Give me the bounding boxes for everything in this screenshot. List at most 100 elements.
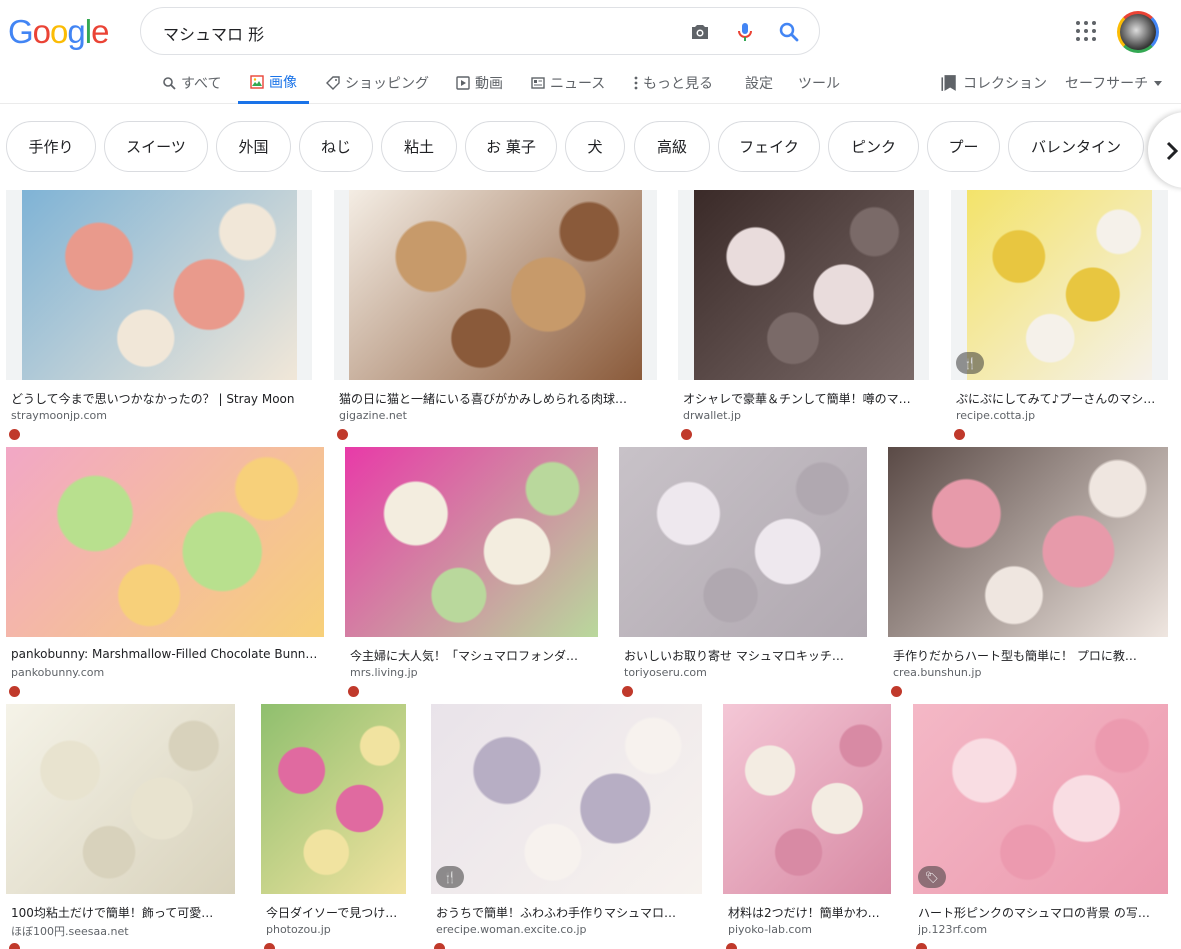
result-title[interactable]: 100均粘土だけで簡単！飾って可愛…	[11, 904, 230, 921]
account-avatar[interactable]	[1117, 11, 1159, 53]
result-title[interactable]: どうして今まで思いつかなかったの？ | Stray Moon	[11, 390, 307, 407]
result-image	[349, 190, 642, 380]
image-result[interactable]: 材料は2つだけ！簡単かわ… piyoko-lab.com	[723, 704, 891, 949]
tab-shopping[interactable]: ショッピング	[326, 62, 429, 104]
result-title[interactable]: ぷにぷにしてみて♪プーさんのマシ…	[956, 390, 1163, 407]
result-thumbnail[interactable]	[888, 447, 1168, 637]
result-source[interactable]: piyoko-lab.com	[728, 923, 886, 936]
apps-grid-icon[interactable]	[1074, 19, 1098, 43]
result-title[interactable]: おうちで簡単！ふわふわ手作りマシュマロ…	[436, 904, 697, 921]
logo-letter: o	[32, 13, 51, 50]
result-source[interactable]: crea.bunshun.jp	[893, 666, 1163, 679]
result-title[interactable]: オシャレで豪華＆チンして簡単！噂のマ…	[683, 390, 924, 407]
tab-label: 画像	[269, 74, 297, 91]
site-favicon-icon	[622, 686, 633, 697]
result-source[interactable]: erecipe.woman.excite.co.jp	[436, 923, 697, 936]
search-icon[interactable]	[777, 20, 801, 44]
result-title[interactable]: ハート形ピンクのマシュマロの背景 の写…	[918, 904, 1163, 921]
result-thumbnail[interactable]	[6, 190, 312, 380]
result-source[interactable]: pankobunny.com	[11, 666, 319, 679]
result-title[interactable]: pankobunny: Marshmallow-Filled Chocolate…	[11, 647, 319, 661]
result-source[interactable]: jp.123rf.com	[918, 923, 1163, 936]
chip[interactable]: お 菓子	[465, 121, 557, 172]
site-favicon-icon	[434, 943, 445, 949]
microphone-icon[interactable]	[733, 20, 757, 44]
image-result[interactable]: おいしいお取り寄せ マシュマロキッチ… toriyoseru.com	[619, 447, 867, 697]
result-image	[888, 447, 1168, 637]
result-thumbnail[interactable]: 🍴	[951, 190, 1168, 380]
image-result[interactable]: オシャレで豪華＆チンして簡単！噂のマ… drwallet.jp	[678, 190, 929, 440]
safesearch-menu[interactable]: セーフサーチ	[1065, 62, 1163, 104]
result-thumbnail[interactable]: 🍴	[431, 704, 702, 894]
chip[interactable]: ねじ	[299, 121, 373, 172]
image-result[interactable]: 今主婦に大人気！「マシュマロフォンダ… mrs.living.jp	[345, 447, 598, 697]
result-thumbnail[interactable]	[345, 447, 598, 637]
tab-settings[interactable]: 設定	[745, 62, 773, 104]
image-icon	[250, 74, 264, 89]
chip[interactable]: スイーツ	[104, 121, 208, 172]
result-title[interactable]: 猫の日に猫と一緒にいる喜びがかみしめられる肉球…	[339, 390, 652, 407]
camera-icon[interactable]	[688, 20, 712, 44]
result-title[interactable]: おいしいお取り寄せ マシュマロキッチ…	[624, 647, 862, 664]
image-result[interactable]: 今日ダイソーで見つけ… photozou.jp	[261, 704, 406, 949]
result-thumbnail[interactable]	[6, 704, 235, 894]
tab-label: 動画	[475, 76, 503, 92]
result-source[interactable]: drwallet.jp	[683, 409, 924, 422]
site-favicon-icon	[9, 686, 20, 697]
result-thumbnail[interactable]	[678, 190, 929, 380]
result-source[interactable]: straymoonjp.com	[11, 409, 307, 422]
image-result[interactable]: 🍴 ぷにぷにしてみて♪プーさんのマシ… recipe.cotta.jp	[951, 190, 1168, 440]
image-result[interactable]: pankobunny: Marshmallow-Filled Chocolate…	[6, 447, 324, 697]
image-result[interactable]: 手作りだからハート型も簡単に！ プロに教… crea.bunshun.jp	[888, 447, 1168, 697]
dropdown-arrow-icon	[1154, 80, 1163, 86]
image-result[interactable]: 🏷 ハート形ピンクのマシュマロの背景 の写… jp.123rf.com	[913, 704, 1168, 949]
result-thumbnail[interactable]	[334, 190, 657, 380]
chip[interactable]: 手作り	[6, 121, 96, 172]
tab-tools[interactable]: ツール	[798, 62, 840, 104]
chip[interactable]: 犬	[565, 121, 625, 172]
image-result[interactable]: 100均粘土だけで簡単！飾って可愛… ほぼ100円.seesaa.net	[6, 704, 235, 949]
result-source[interactable]: gigazine.net	[339, 409, 652, 422]
result-title[interactable]: 今日ダイソーで見つけ…	[266, 904, 401, 921]
result-title[interactable]: 材料は2つだけ！簡単かわ…	[728, 904, 886, 921]
tab-more[interactable]: もっと見る	[634, 62, 713, 104]
chip[interactable]: 粘土	[381, 121, 457, 172]
chip[interactable]: 高級	[634, 121, 710, 172]
result-source[interactable]: toriyoseru.com	[624, 666, 862, 679]
result-thumbnail[interactable]	[723, 704, 891, 894]
tab-images[interactable]: 画像	[238, 62, 309, 104]
google-logo[interactable]: Google	[8, 13, 109, 51]
safesearch-label: セーフサーチ	[1065, 76, 1149, 92]
search-input[interactable]: マシュマロ 形	[163, 21, 264, 45]
site-favicon-icon	[916, 943, 927, 949]
result-source[interactable]: ほぼ100円.seesaa.net	[11, 923, 230, 939]
search-box[interactable]: マシュマロ 形	[140, 7, 820, 55]
image-result[interactable]: 猫の日に猫と一緒にいる喜びがかみしめられる肉球… gigazine.net	[334, 190, 657, 440]
image-result[interactable]: 🍴 おうちで簡単！ふわふわ手作りマシュマロ… erecipe.woman.excit…	[431, 704, 702, 949]
site-favicon-icon	[9, 429, 20, 440]
result-thumbnail[interactable]	[619, 447, 867, 637]
tag-icon	[326, 76, 340, 90]
result-thumbnail[interactable]	[6, 447, 324, 637]
result-source[interactable]: recipe.cotta.jp	[956, 409, 1163, 422]
chip[interactable]: 外国	[216, 121, 291, 172]
logo-letter: o	[50, 13, 68, 50]
chip[interactable]: フェイク	[718, 121, 820, 172]
result-source[interactable]: photozou.jp	[266, 923, 401, 936]
result-thumbnail[interactable]	[261, 704, 406, 894]
tab-all[interactable]: すべて	[162, 62, 221, 104]
site-favicon-icon	[348, 686, 359, 697]
result-type-badge: 🍴	[956, 352, 984, 374]
chip[interactable]: ピンク	[828, 121, 919, 172]
tab-videos[interactable]: 動画	[456, 62, 503, 104]
image-result[interactable]: どうして今まで思いつかなかったの？ | Stray Moon straymoonj…	[6, 190, 312, 440]
chip[interactable]: プー	[927, 121, 1000, 172]
result-type-badge: 🏷	[918, 866, 946, 888]
collections-link[interactable]: コレクション	[941, 62, 1047, 104]
result-title[interactable]: 今主婦に大人気！「マシュマロフォンダ…	[350, 647, 593, 664]
tab-news[interactable]: ニュース	[531, 62, 605, 104]
result-title[interactable]: 手作りだからハート型も簡単に！ プロに教…	[893, 647, 1163, 664]
result-thumbnail[interactable]: 🏷	[913, 704, 1168, 894]
chip[interactable]: バレンタイン	[1008, 121, 1144, 172]
result-source[interactable]: mrs.living.jp	[350, 666, 593, 679]
